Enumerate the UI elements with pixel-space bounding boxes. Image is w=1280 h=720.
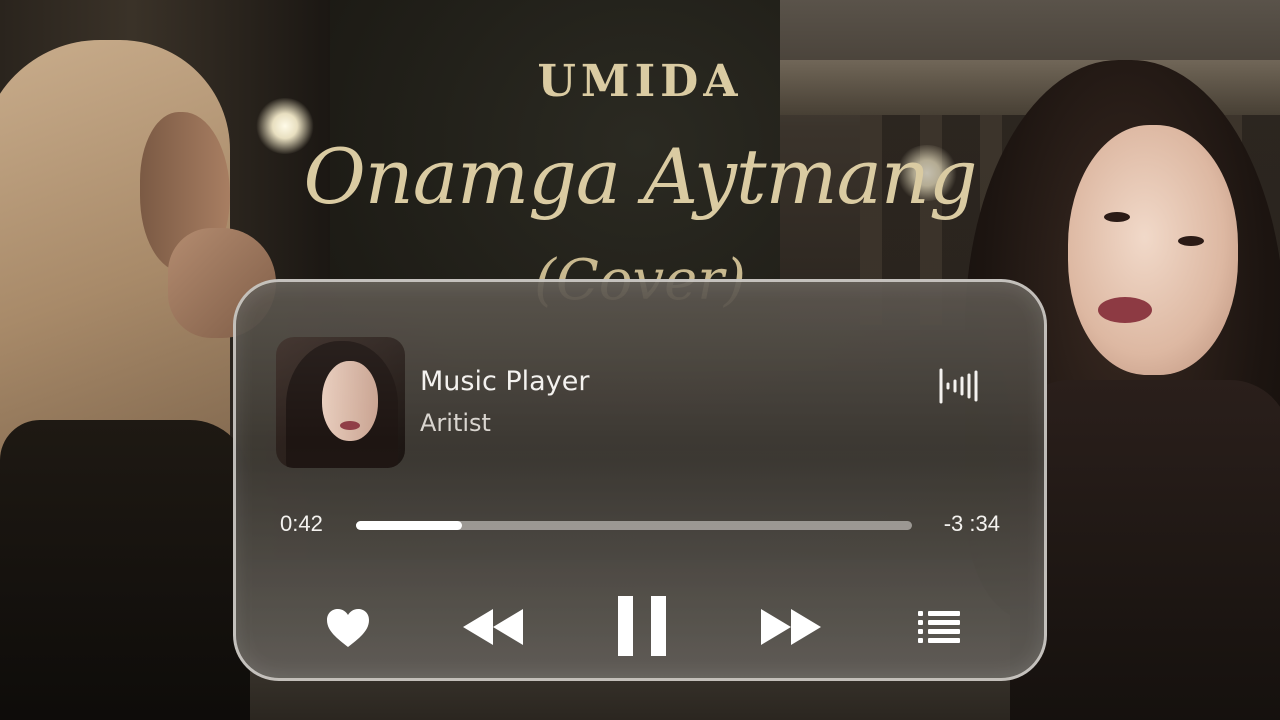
time-remaining: -3 :34 [943, 511, 1000, 536]
rewind-icon [463, 609, 523, 645]
fast-forward-icon [761, 609, 821, 645]
woman-right-eye [1178, 236, 1204, 246]
music-player-card: Music Player Aritist 0:42 -3 :34 [233, 279, 1047, 681]
like-button[interactable] [324, 606, 372, 650]
song-title: Onamga Aytmang [303, 132, 977, 221]
album-cover [276, 337, 405, 468]
list-icon [918, 611, 960, 643]
track-artist: Aritist [420, 409, 491, 437]
pause-icon [618, 596, 666, 656]
waveform-icon[interactable] [938, 368, 984, 404]
time-elapsed: 0:42 [280, 511, 323, 536]
heart-icon [327, 609, 369, 647]
progress-bar[interactable] [356, 521, 912, 530]
playlist-button[interactable] [916, 606, 962, 648]
artist-title: UMIDA [537, 56, 743, 107]
cover-lips [340, 421, 360, 430]
track-title: Music Player [420, 366, 590, 397]
next-button[interactable] [756, 602, 826, 652]
pause-button[interactable] [614, 592, 670, 660]
progress-fill [356, 521, 462, 530]
woman-right-coat [1010, 380, 1280, 720]
woman-left-body [0, 420, 250, 720]
previous-button[interactable] [458, 602, 528, 652]
